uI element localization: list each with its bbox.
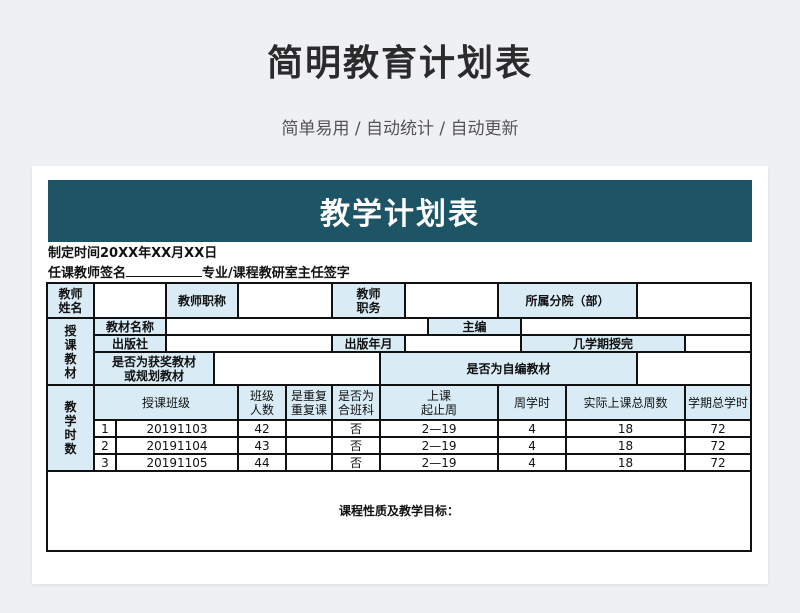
repeat-cell[interactable] <box>285 419 334 438</box>
count-cell[interactable]: 44 <box>237 453 288 472</box>
count-header: 班级 人数 <box>237 384 288 421</box>
count-cell[interactable]: 42 <box>237 419 288 438</box>
teacher-name-label: 教师 姓名 <box>46 282 95 319</box>
teacher-row: 教师 姓名 教师职称 教师 职务 所属分院（部） <box>46 282 753 319</box>
sheet-banner: 教学计划表 <box>48 180 752 242</box>
combined-cell[interactable]: 否 <box>331 436 382 455</box>
repeat-cell[interactable] <box>285 436 334 455</box>
period-cell[interactable]: 2—19 <box>379 453 500 472</box>
pub-year-cell[interactable] <box>404 334 523 353</box>
weekly-cell[interactable]: 4 <box>497 453 568 472</box>
chief-editor-label: 主编 <box>427 317 523 336</box>
period-cell[interactable]: 2—19 <box>379 419 500 438</box>
textbook-row: 授 课 教 材 教材名称 主编 <box>46 317 753 386</box>
self-edited-label: 是否为自编教材 <box>379 351 639 386</box>
textbook-name-cell[interactable] <box>164 317 430 336</box>
teacher-signature-label: 任课教师签名 <box>48 266 127 281</box>
total-weeks-cell[interactable]: 18 <box>565 453 687 472</box>
page-title: 简明教育计划表 <box>266 43 533 84</box>
class-cell[interactable]: 20191103 <box>114 419 240 438</box>
period-header: 上课 起止周 <box>379 384 500 421</box>
semesters-label: 几学期授完 <box>520 334 687 353</box>
row-number: 1 <box>93 419 117 438</box>
combined-cell[interactable]: 否 <box>331 453 382 472</box>
sheet-preview: 教学计划表 制定时间20XX年XX月XX日 任课教师签名 专业/课程教研室主任签字 <box>32 166 768 584</box>
total-hours-cell[interactable]: 72 <box>684 453 753 472</box>
director-signature-label: 专业/课程教研室主任签字 <box>202 266 350 281</box>
award-cell[interactable] <box>212 351 382 386</box>
weekly-header: 周学时 <box>497 384 568 421</box>
teacher-name-cell[interactable] <box>93 282 167 319</box>
row-number: 3 <box>93 453 117 472</box>
table-row: 3 20191105 44 否 2—19 4 18 72 <box>47 453 753 472</box>
total-weeks-cell[interactable]: 18 <box>565 436 687 455</box>
weekly-cell[interactable]: 4 <box>497 436 568 455</box>
total-weeks-cell[interactable]: 18 <box>565 419 687 438</box>
course-goal-label: 课程性质及教学目标： <box>339 504 460 518</box>
combined-cell[interactable]: 否 <box>331 419 382 438</box>
teacher-rank-cell[interactable] <box>237 282 334 319</box>
teacher-post-cell[interactable] <box>404 282 500 319</box>
total-hours-header: 学期总学时 <box>684 384 753 421</box>
combined-header: 是否为 合班科 <box>331 384 382 421</box>
plan-table: 教师 姓名 教师职称 教师 职务 所属分院（部） 授 课 教 材 教材名称 主编… <box>45 282 753 552</box>
class-header: 授课班级 <box>92 384 240 421</box>
goal-row: 课程性质及教学目标： <box>45 470 753 552</box>
textbook-section-label: 授 课 教 材 <box>46 317 95 386</box>
award-label: 是否为获奖教材 或规划教材 <box>93 351 215 386</box>
teacher-rank-label: 教师职称 <box>164 282 240 319</box>
signature-blank <box>126 264 203 277</box>
total-hours-cell[interactable]: 72 <box>684 436 753 455</box>
total-weeks-header: 实际上课总周数 <box>565 384 687 421</box>
teaching-hours-label: 教 学 时 数 <box>46 384 95 472</box>
period-cell[interactable]: 2—19 <box>379 436 500 455</box>
textbook-name-label: 教材名称 <box>93 317 167 336</box>
teacher-post-label: 教师 职务 <box>331 282 407 319</box>
total-hours-cell[interactable]: 72 <box>684 419 753 438</box>
semesters-cell[interactable] <box>684 334 753 353</box>
publisher-cell[interactable] <box>164 334 334 353</box>
class-cell[interactable]: 20191105 <box>114 453 240 472</box>
page-subtitle: 简单易用 / 自动统计 / 自动更新 <box>281 119 519 139</box>
award-row: 是否为获奖教材 或规划教材 是否为自编教材 <box>47 351 753 386</box>
table-row: 2 20191104 43 否 2—19 4 18 72 <box>47 436 753 455</box>
table-row: 1 20191103 42 否 2—19 4 18 72 <box>47 419 753 438</box>
publisher-row: 出版社 出版年月 几学期授完 <box>47 334 753 353</box>
chief-editor-cell[interactable] <box>520 317 753 336</box>
pub-year-label: 出版年月 <box>331 334 407 353</box>
self-edited-cell[interactable] <box>636 351 753 386</box>
publisher-label: 出版社 <box>93 334 167 353</box>
department-cell[interactable] <box>636 282 753 319</box>
row-number: 2 <box>93 436 117 455</box>
hours-header-row: 教 学 时 数 授课班级 班级 人数 是重复 重复课 是否为 合班科 上课 起止… <box>46 384 753 472</box>
count-cell[interactable]: 43 <box>237 436 288 455</box>
department-label: 所属分院（部） <box>497 282 639 319</box>
class-cell[interactable]: 20191104 <box>114 436 240 455</box>
weekly-cell[interactable]: 4 <box>497 419 568 438</box>
made-time: 制定时间20XX年XX月XX日 <box>48 246 218 261</box>
repeat-header: 是重复 重复课 <box>285 384 334 421</box>
signature-line: 任课教师签名 专业/课程教研室主任签字 <box>48 262 350 281</box>
course-goal-cell[interactable]: 课程性质及教学目标： <box>45 470 753 552</box>
repeat-cell[interactable] <box>285 453 334 472</box>
